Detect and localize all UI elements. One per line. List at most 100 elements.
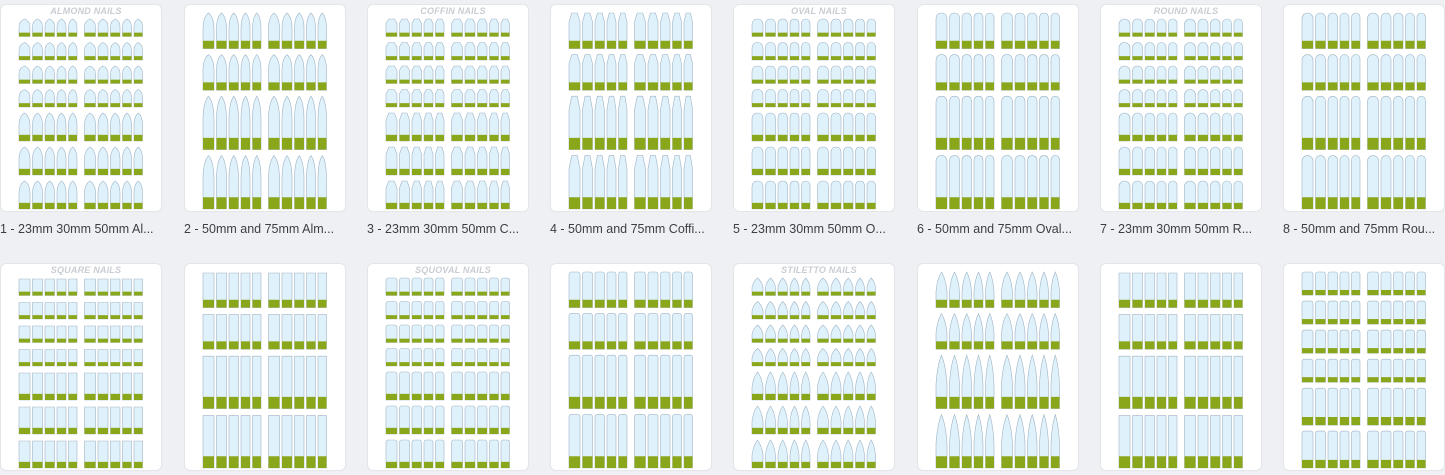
file-name-label[interactable]: 5 - 23mm 30mm 50mm O... <box>733 222 903 236</box>
file-name-label[interactable]: 8 - 50mm and 75mm Rou... <box>1283 222 1445 236</box>
nail-tip-base <box>318 82 327 91</box>
file-thumbnail[interactable]: OVAL NAILS <box>733 4 895 212</box>
nail-template-sheet: COFFIN NAILS <box>385 6 510 210</box>
file-thumbnail[interactable]: ROUND NAILS <box>1100 4 1262 212</box>
nail-tip-base <box>801 315 810 319</box>
nail-tip-base <box>134 315 143 319</box>
nail-tip-base <box>68 56 77 60</box>
nail-tip-base <box>660 341 670 350</box>
nail-tip-base <box>1001 82 1013 91</box>
nail-tip-base <box>268 299 280 308</box>
file-thumbnail[interactable] <box>184 263 346 471</box>
nail-tip-base <box>110 362 120 366</box>
nail-tip-base <box>1340 289 1349 296</box>
nail-template-sheet: STILETTO NAILS <box>751 265 876 469</box>
nail-tip-base <box>412 427 422 434</box>
file-thumbnail[interactable] <box>550 4 712 212</box>
nail-tip-base <box>1328 289 1338 296</box>
nail-tip-base <box>1132 202 1143 209</box>
nail-tip-base <box>501 56 510 60</box>
nail-tip-base <box>57 393 66 400</box>
nail-template-sheet: ALMOND NAILS <box>18 6 143 210</box>
nail-tip-base <box>98 79 108 84</box>
nail-tip-base <box>648 299 658 308</box>
file-thumbnail[interactable]: SQUARE NAILS <box>0 263 162 471</box>
nail-tip-base <box>843 56 853 60</box>
file-name-label[interactable]: 1 - 23mm 30mm 50mm Al... <box>0 222 170 236</box>
nail-tip-base <box>122 168 132 175</box>
nail-tip-base <box>110 461 120 468</box>
nail-tip-base <box>648 456 658 468</box>
nail-tip-base <box>241 137 250 150</box>
file-name-label[interactable]: 7 - 23mm 30mm 50mm R... <box>1100 222 1270 236</box>
nail-tip-base <box>477 32 487 37</box>
nail-tip-base <box>1039 396 1049 409</box>
nail-tip-base <box>1340 40 1349 49</box>
nail-tip-base <box>465 56 475 60</box>
nail-tip-base <box>501 315 510 319</box>
nail-tip-base <box>399 168 410 175</box>
nail-tip-base <box>45 427 55 434</box>
file-thumbnail[interactable] <box>184 4 346 212</box>
nail-tip-base <box>134 338 143 343</box>
nail-tip-base <box>412 56 422 60</box>
nail-tip-base <box>752 32 763 37</box>
file-thumbnail[interactable]: STILETTO NAILS <box>733 263 895 471</box>
nail-tip-base <box>1001 396 1013 409</box>
nail-tip-base <box>501 103 510 107</box>
nail-tip-base <box>867 202 876 209</box>
file-name-label[interactable]: 6 - 50mm and 75mm Oval... <box>917 222 1087 236</box>
nail-tip-base <box>98 393 108 400</box>
nail-tip-base <box>489 168 499 175</box>
file-thumbnail[interactable] <box>550 263 712 471</box>
sheet-title: OVAL NAILS <box>791 6 847 16</box>
nail-tip-base <box>203 137 214 150</box>
file-thumbnail[interactable]: ALMOND NAILS <box>0 4 162 212</box>
nail-tip-base <box>32 134 43 141</box>
nail-tip-base <box>867 315 876 319</box>
nail-tip-base <box>84 168 96 175</box>
nail-tip-base <box>1351 82 1360 91</box>
nail-tip-base <box>68 427 77 434</box>
nail-tip-base <box>306 40 316 49</box>
nail-tip-base <box>1417 289 1426 296</box>
file-thumbnail[interactable] <box>1100 263 1262 471</box>
nail-tip-base <box>1157 341 1166 350</box>
nail-tip-base <box>45 134 55 141</box>
nail-tip-base <box>1393 137 1403 150</box>
nail-tip-base <box>936 197 947 209</box>
file-name-label[interactable]: 3 - 23mm 30mm 50mm C... <box>367 222 537 236</box>
file-thumbnail[interactable] <box>917 4 1079 212</box>
nail-tip-base <box>412 338 422 343</box>
file-name-label[interactable]: 2 - 50mm and 75mm Alm... <box>184 222 354 236</box>
file-thumbnail[interactable]: SQUOVAL NAILS <box>367 263 529 471</box>
nail-tip-base <box>465 134 475 141</box>
nail-tip-base <box>386 79 397 84</box>
nail-tip-base <box>974 341 983 350</box>
nail-tip-base <box>985 197 994 209</box>
nail-tip-base <box>134 56 143 60</box>
nail-tip-base <box>1222 103 1232 107</box>
nail-tip-base <box>582 456 593 468</box>
nail-tip-base <box>477 393 487 400</box>
nail-tip-base <box>489 103 499 107</box>
nail-tip-base <box>1315 40 1326 49</box>
nail-tip-base <box>855 32 865 37</box>
file-thumbnail[interactable] <box>917 263 1079 471</box>
nail-tip-base <box>1119 79 1130 84</box>
nail-tip-base <box>1393 82 1403 91</box>
nail-tip-base <box>1210 79 1220 84</box>
nail-tip-base <box>962 137 972 150</box>
nail-tip-base <box>268 341 280 350</box>
file-thumbnail[interactable] <box>1283 263 1445 471</box>
nail-tip-base <box>451 338 463 343</box>
file-thumbnail[interactable]: COFFIN NAILS <box>367 4 529 212</box>
nail-tip-base <box>985 82 994 91</box>
nail-tip-base <box>386 315 397 319</box>
nail-tip-base <box>1351 377 1360 383</box>
file-thumbnail[interactable] <box>1283 4 1445 212</box>
nail-tip-base <box>57 32 66 37</box>
file-name-label[interactable]: 4 - 50mm and 75mm Coffi... <box>550 222 720 236</box>
nail-tip-base <box>451 362 463 366</box>
nail-tip-base <box>84 427 96 434</box>
